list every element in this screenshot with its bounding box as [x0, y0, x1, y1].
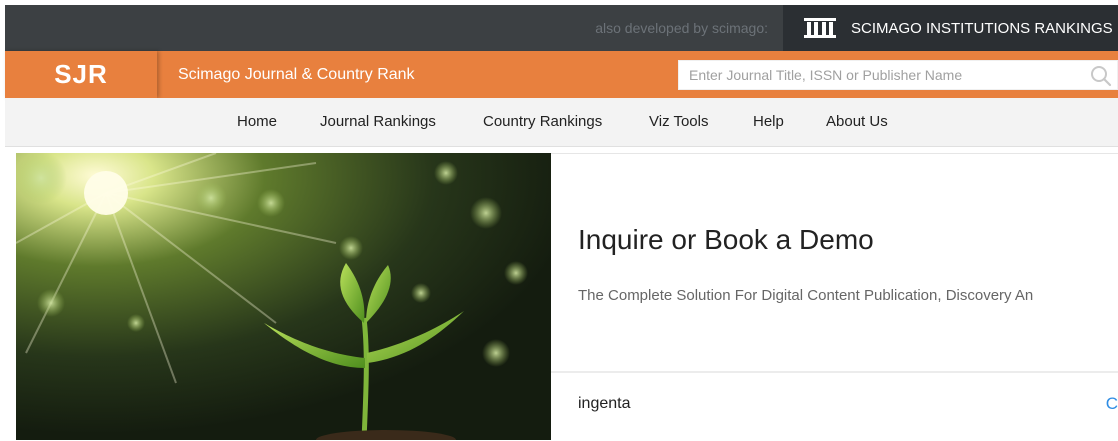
ad-cta-icon[interactable]: C — [1106, 394, 1118, 414]
ad-advertiser-name: ingenta — [578, 395, 631, 412]
institution-columns-icon — [803, 17, 837, 39]
top-bar: also developed by scimago: SCIMAGO INSTI… — [5, 5, 1118, 51]
ad-divider — [551, 371, 1118, 373]
nav-country-rankings[interactable]: Country Rankings — [483, 98, 602, 146]
ad-description: The Complete Solution For Digital Conten… — [578, 287, 1034, 304]
ad-image-seedling[interactable] — [16, 153, 551, 440]
ad-title[interactable]: Inquire or Book a Demo — [578, 224, 874, 256]
nav-help[interactable]: Help — [753, 98, 784, 146]
search-box — [678, 60, 1118, 90]
also-developed-text: also developed by scimago: — [595, 20, 768, 36]
nav-journal-rankings[interactable]: Journal Rankings — [320, 98, 436, 146]
search-input[interactable] — [679, 61, 1079, 89]
sir-label: SCIMAGO INSTITUTIONS RANKINGS — [851, 19, 1113, 37]
advertisement[interactable]: Inquire or Book a Demo The Complete Solu… — [16, 153, 1118, 441]
site-brand-title[interactable]: Scimago Journal & Country Rank — [178, 51, 415, 98]
scimago-institutions-rankings-link[interactable]: SCIMAGO INSTITUTIONS RANKINGS — [783, 5, 1118, 51]
sjr-logo: SJR — [54, 59, 108, 89]
nav-home[interactable]: Home — [237, 98, 277, 146]
main-nav: Home Journal Rankings Country Rankings V… — [5, 98, 1118, 147]
ad-content: Inquire or Book a Demo The Complete Solu… — [551, 153, 1118, 441]
nav-viz-tools[interactable]: Viz Tools — [649, 98, 708, 146]
nav-about-us[interactable]: About Us — [826, 98, 888, 146]
sjr-logo-link[interactable]: SJR — [5, 51, 157, 98]
search-icon[interactable] — [1089, 64, 1113, 88]
main-header: SJR Scimago Journal & Country Rank — [5, 51, 1118, 98]
